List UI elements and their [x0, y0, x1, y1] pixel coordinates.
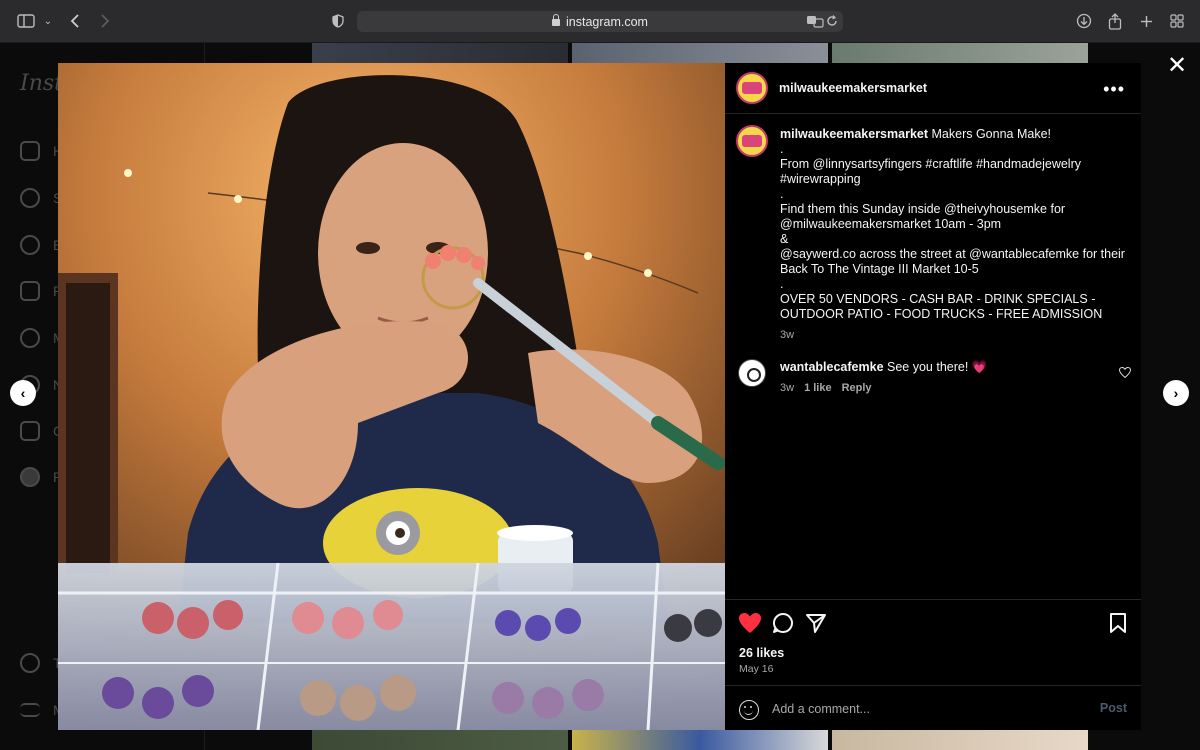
bg-thumbnail	[832, 43, 1088, 63]
plus-square-icon	[20, 421, 40, 441]
address-bar[interactable]: instagram.com	[357, 11, 843, 32]
comment-icon[interactable]	[772, 612, 796, 636]
like-comment-icon[interactable]	[1118, 366, 1132, 379]
bg-thumbnail	[832, 730, 1088, 750]
forward-icon[interactable]	[94, 10, 116, 32]
previous-post-arrow-icon[interactable]: ‹	[10, 380, 36, 406]
save-bookmark-icon[interactable]	[1109, 612, 1133, 636]
bg-thumbnail	[572, 730, 828, 750]
author-avatar[interactable]	[736, 72, 768, 104]
comment: wantablecafemke See you there! 💗	[780, 360, 1110, 375]
url-text: instagram.com	[566, 14, 648, 29]
search-icon	[20, 188, 40, 208]
add-comment-bar: Post	[725, 685, 1141, 731]
caption-text: @milwaukeemakersmarket 10am - 3pm	[780, 217, 1002, 231]
post-date: May 16	[739, 663, 774, 675]
post-comment-button[interactable]: Post	[1100, 701, 1127, 715]
caption-text: .	[780, 142, 784, 156]
comment-timestamp: 3w	[780, 382, 795, 394]
emoji-icon[interactable]	[739, 700, 759, 720]
close-icon[interactable]: ✕	[1166, 54, 1188, 78]
post-details-panel: milwaukeemakersmarket ••• milwaukeemaker…	[725, 63, 1141, 730]
caption-text: &	[780, 232, 789, 246]
caption-text: OUTDOOR PATIO - FOOD TRUCKS - FREE ADMIS…	[780, 307, 1103, 321]
bg-thumbnail	[312, 730, 568, 750]
caption-text: OVER 50 VENDORS - CASH BAR - DRINK SPECI…	[780, 292, 1096, 306]
add-comment-input[interactable]	[772, 699, 1072, 719]
post-header: milwaukeemakersmarket •••	[725, 63, 1141, 114]
profile-avatar-icon	[20, 467, 40, 487]
compass-icon	[20, 235, 40, 255]
comment-text: See you there! 💗	[887, 360, 988, 374]
lock-icon	[552, 14, 560, 26]
bg-thumbnail	[312, 43, 568, 63]
caption-text: @saywerd.co across the street at @wantab…	[780, 247, 1125, 261]
caption-text: .	[780, 187, 784, 201]
reload-icon[interactable]	[821, 10, 843, 32]
caption-text: Back To The Vintage III Market 10-5	[780, 262, 979, 276]
next-post-arrow-icon[interactable]: ›	[1163, 380, 1189, 406]
share-paper-plane-icon[interactable]	[805, 612, 829, 636]
like-heart-icon[interactable]	[738, 612, 762, 636]
share-icon[interactable]	[1104, 10, 1126, 32]
caption-username[interactable]: milwaukeemakersmarket	[780, 127, 928, 141]
caption-text: From @linnysartsyfingers #craftlife #han…	[780, 157, 1082, 171]
post-media-photo[interactable]	[58, 63, 725, 730]
reels-icon	[20, 281, 40, 301]
likes-count[interactable]: 26 likes	[739, 646, 784, 660]
back-icon[interactable]	[64, 10, 86, 32]
chevron-down-icon[interactable]: ⌄	[37, 10, 59, 32]
commenter-avatar[interactable]	[738, 359, 766, 387]
more-options-icon[interactable]: •••	[1103, 79, 1125, 100]
browser-toolbar: ⌄ instagram.com	[0, 0, 1200, 43]
post-caption: milwaukeemakersmarket Makers Gonna Make!…	[780, 127, 1125, 343]
home-icon	[20, 141, 40, 161]
caption-text: .	[780, 277, 784, 291]
shield-icon[interactable]	[327, 10, 349, 32]
caption-author-avatar[interactable]	[736, 125, 768, 157]
bg-thumbnail	[572, 43, 828, 63]
commenter-username[interactable]: wantablecafemke	[780, 360, 884, 374]
sidebar-icon[interactable]	[15, 10, 37, 32]
tab-overview-icon[interactable]	[1166, 10, 1188, 32]
comment-reply-button[interactable]: Reply	[842, 382, 872, 394]
caption-text: #wirewrapping	[780, 172, 861, 186]
caption-timestamp: 3w	[780, 329, 795, 341]
messenger-icon	[20, 328, 40, 348]
post-photo-illustration	[58, 63, 725, 730]
caption-text: Find them this Sunday inside @theivyhous…	[780, 202, 1066, 216]
caption-text: Makers Gonna Make!	[931, 127, 1052, 141]
menu-icon	[20, 703, 40, 717]
comment-likes-link[interactable]: 1 like	[804, 382, 832, 394]
author-username[interactable]: milwaukeemakersmarket	[779, 81, 927, 95]
new-tab-icon[interactable]	[1135, 10, 1157, 32]
comment-meta: 3w 1 like Reply	[780, 382, 872, 394]
download-icon[interactable]	[1073, 10, 1095, 32]
post-actions: 26 likes May 16 Post	[725, 599, 1141, 730]
threads-icon	[20, 653, 40, 673]
